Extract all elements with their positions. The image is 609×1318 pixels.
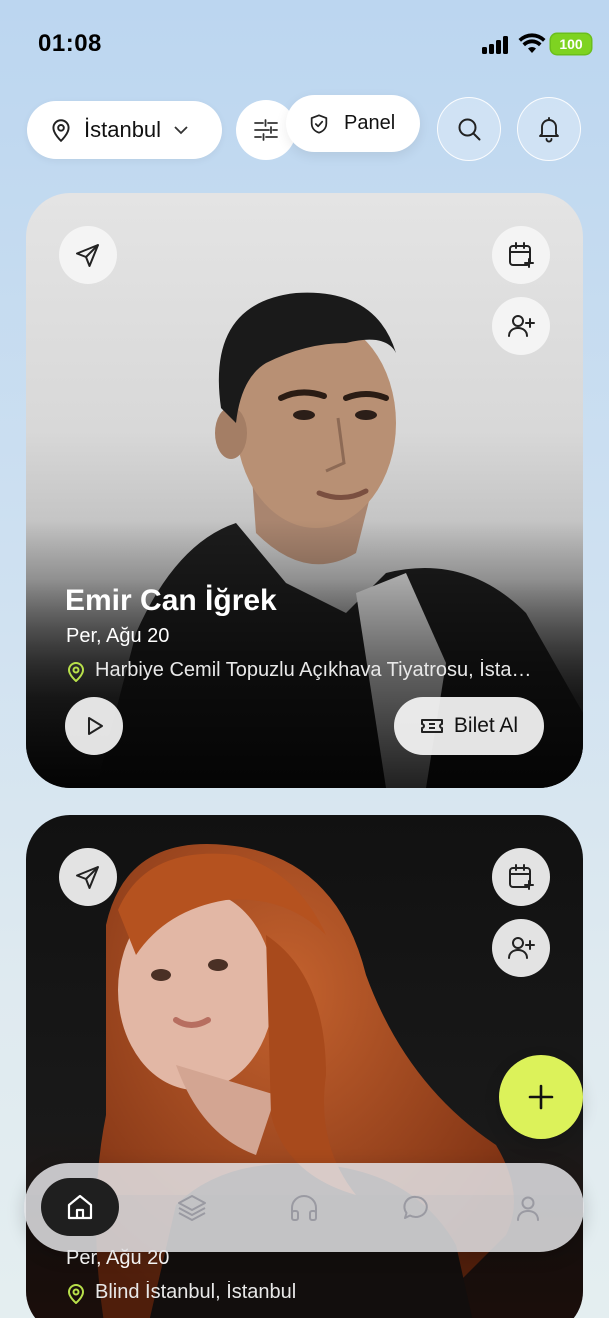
create-event-button[interactable]	[499, 1055, 583, 1139]
venue-name: Blind İstanbul, İstanbul	[95, 1281, 297, 1303]
search-icon	[458, 118, 481, 141]
play-icon	[88, 717, 103, 735]
status-bar: 01:08 100	[0, 0, 609, 90]
artist-name: Emir Can İğrek	[65, 584, 277, 617]
plus-icon	[528, 1084, 554, 1110]
headphones-icon	[291, 1195, 317, 1221]
location-pin-icon	[67, 1283, 85, 1304]
location-pin-icon	[67, 661, 85, 682]
nav-layers[interactable]	[164, 1180, 220, 1236]
notifications-button[interactable]	[517, 97, 581, 161]
follow-artist-button[interactable]	[492, 297, 550, 355]
shield-icon	[310, 113, 328, 134]
send-icon	[76, 866, 99, 889]
nav-profile[interactable]	[500, 1180, 556, 1236]
venue-name: Harbiye Cemil Topuzlu Açıkhava Tiyatrosu…	[95, 659, 535, 681]
sliders-icon	[254, 119, 278, 141]
location-pin-icon	[52, 119, 70, 143]
bell-icon	[539, 117, 559, 143]
ticket-icon	[420, 719, 443, 733]
share-button[interactable]	[59, 848, 117, 906]
search-button[interactable]	[437, 97, 501, 161]
home-icon	[67, 1194, 93, 1220]
follow-artist-button[interactable]	[492, 919, 550, 977]
city-selector[interactable]: İstanbul	[27, 101, 222, 159]
battery-indicator: 100	[551, 34, 591, 54]
nav-home[interactable]	[41, 1178, 119, 1236]
buy-ticket-button[interactable]: Bilet Al	[394, 697, 544, 755]
nav-chat[interactable]	[388, 1180, 444, 1236]
play-preview-button[interactable]	[65, 697, 123, 755]
user-plus-icon	[508, 315, 535, 337]
share-button[interactable]	[59, 226, 117, 284]
city-label: İstanbul	[84, 117, 162, 142]
venue-row: Blind İstanbul, İstanbul	[66, 1281, 536, 1304]
wifi-icon	[518, 33, 546, 53]
panel-label: Panel	[344, 112, 396, 134]
status-time: 01:08	[38, 30, 102, 57]
add-to-calendar-button[interactable]	[492, 848, 550, 906]
event-date: Per, Ağu 20	[66, 625, 170, 647]
bottom-navigation	[24, 1163, 584, 1252]
cellular-signal-icon	[482, 34, 512, 54]
chat-bubble-icon	[403, 1195, 428, 1219]
send-icon	[76, 244, 99, 267]
user-plus-icon	[508, 937, 535, 959]
panel-button[interactable]: Panel	[286, 95, 420, 152]
calendar-plus-icon	[509, 864, 534, 890]
calendar-plus-icon	[509, 242, 534, 268]
buy-ticket-label: Bilet Al	[453, 714, 519, 737]
venue-row: Harbiye Cemil Topuzlu Açıkhava Tiyatrosu…	[66, 659, 536, 682]
chevron-down-icon	[174, 126, 188, 135]
layers-icon	[178, 1195, 206, 1221]
nav-music[interactable]	[276, 1180, 332, 1236]
event-card[interactable]: Emir Can İğrek Per, Ağu 20 Harbiye Cemil…	[26, 193, 583, 788]
user-icon	[517, 1196, 539, 1221]
add-to-calendar-button[interactable]	[492, 226, 550, 284]
